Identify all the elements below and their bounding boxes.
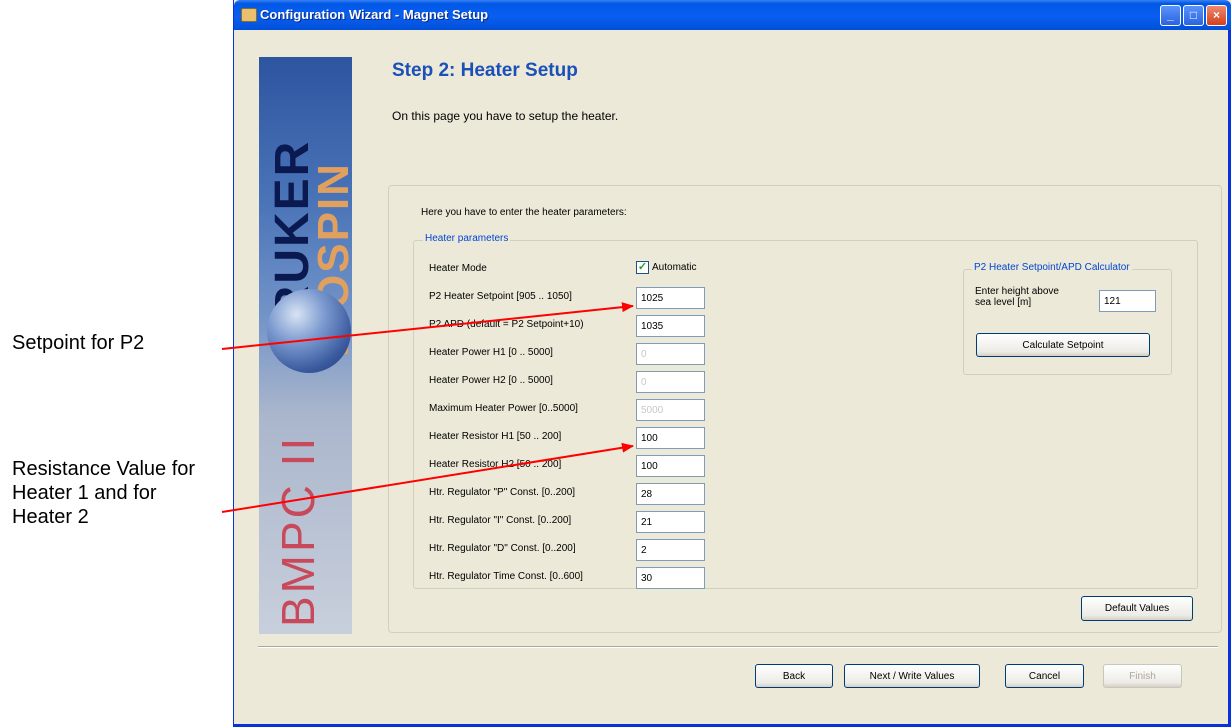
param-label-reg-time: Htr. Regulator Time Const. [0..600] bbox=[429, 571, 583, 582]
param-label-reg-i: Htr. Regulator "I" Const. [0..200] bbox=[429, 515, 572, 526]
param-label-power-h2: Heater Power H2 [0 .. 5000] bbox=[429, 375, 553, 386]
wizard-content: Here you have to enter the heater parame… bbox=[233, 0, 1231, 727]
regulator-i-input[interactable] bbox=[636, 511, 705, 533]
param-label-p2-setpoint: P2 Heater Setpoint [905 .. 1050] bbox=[429, 291, 572, 302]
param-label-p2-apd: P2 APD (default = P2 Setpoint+10) bbox=[429, 319, 584, 330]
regulator-p-input[interactable] bbox=[636, 483, 705, 505]
param-label-power-h1: Heater Power H1 [0 .. 5000] bbox=[429, 347, 553, 358]
heater-power-h1-input bbox=[636, 343, 705, 365]
param-label-reg-d: Htr. Regulator "D" Const. [0..200] bbox=[429, 543, 576, 554]
p2-setpoint-input[interactable] bbox=[636, 287, 705, 309]
param-label-resistor-h2: Heater Resistor H2 [50 .. 200] bbox=[429, 459, 562, 470]
height-input[interactable] bbox=[1099, 290, 1156, 312]
finish-button: Finish bbox=[1103, 664, 1182, 688]
cancel-button[interactable]: Cancel bbox=[1005, 664, 1084, 688]
regulator-time-input[interactable] bbox=[636, 567, 705, 589]
heater-resistor-h1-input[interactable] bbox=[636, 427, 705, 449]
calculator-title: P2 Heater Setpoint/APD Calculator bbox=[972, 262, 1132, 273]
regulator-d-input[interactable] bbox=[636, 539, 705, 561]
default-values-button[interactable]: Default Values bbox=[1081, 596, 1193, 621]
back-button[interactable]: Back bbox=[755, 664, 833, 688]
max-heater-power-input bbox=[636, 399, 705, 421]
automatic-checkbox-label[interactable]: Automatic bbox=[652, 262, 696, 273]
annotation-setpoint: Setpoint for P2 bbox=[12, 332, 145, 354]
param-label-resistor-h1: Heater Resistor H1 [50 .. 200] bbox=[429, 431, 562, 442]
height-label: Enter height above sea level [m] bbox=[975, 286, 1059, 308]
intro-text: Here you have to enter the heater parame… bbox=[421, 207, 627, 218]
calculate-setpoint-button[interactable]: Calculate Setpoint bbox=[976, 333, 1150, 357]
param-label-reg-p: Htr. Regulator "P" Const. [0..200] bbox=[429, 487, 576, 498]
calculator-group bbox=[963, 269, 1172, 375]
heater-resistor-h2-input[interactable] bbox=[636, 455, 705, 477]
heater-mode-label: Heater Mode bbox=[429, 263, 487, 274]
p2-apd-input[interactable] bbox=[636, 315, 705, 337]
param-label-max-power: Maximum Heater Power [0..5000] bbox=[429, 403, 578, 414]
automatic-checkbox[interactable]: ✓ bbox=[636, 261, 649, 274]
heater-power-h2-input bbox=[636, 371, 705, 393]
footer-separator bbox=[258, 646, 1218, 648]
heater-parameters-label: Heater parameters bbox=[423, 233, 511, 244]
next-write-values-button[interactable]: Next / Write Values bbox=[844, 664, 980, 688]
annotation-resistance: Resistance Value for Heater 1 and for He… bbox=[12, 458, 196, 528]
